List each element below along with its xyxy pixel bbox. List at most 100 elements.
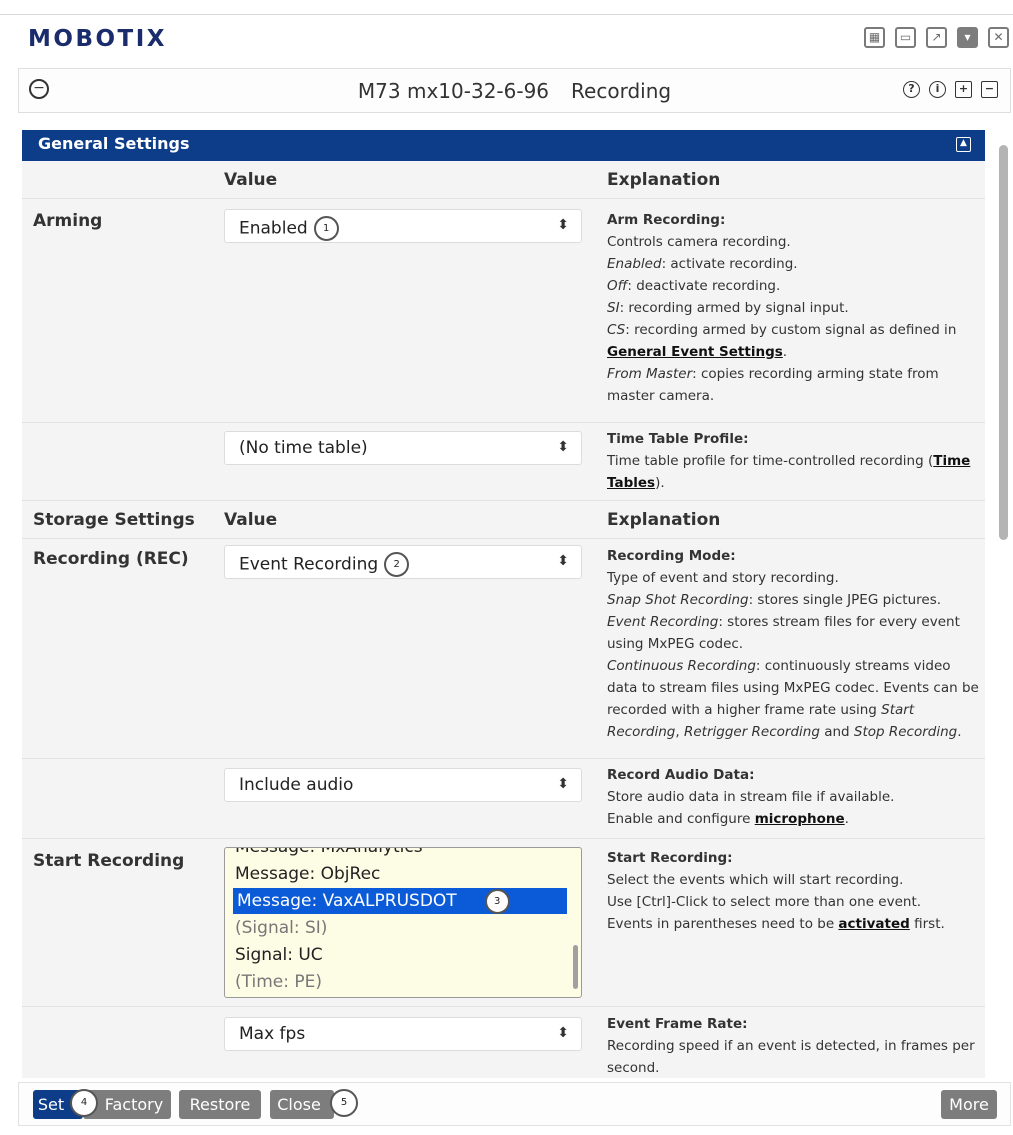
expl-line: Recording speed if an event is detected,…	[607, 1038, 975, 1076]
expl-term: CS	[607, 322, 626, 338]
more-button-label: More	[949, 1095, 989, 1114]
select-arrow-icon: ⬍	[557, 217, 569, 233]
arming-explanation: Arm Recording: Controls camera recording…	[607, 212, 957, 404]
footer-bar: Set Factory 4 Restore Close 5 More	[18, 1082, 1011, 1126]
restore-button-label: Restore	[189, 1095, 251, 1114]
page-name: Recording	[571, 79, 672, 103]
expl-term: Stop Recording	[853, 724, 958, 740]
audio-row: Include audio ⬍ Record Audio Data: Store…	[22, 759, 985, 839]
time-table-select-value: (No time table)	[239, 438, 368, 458]
popout-icon[interactable]: ↗	[926, 27, 947, 48]
recording-select-value: Event Recording	[239, 554, 379, 575]
restore-button[interactable]: Restore	[179, 1090, 261, 1119]
explanation-column-header: Explanation	[607, 510, 721, 530]
expand-all-icon[interactable]: +	[955, 81, 972, 98]
audio-select-value: Include audio	[239, 775, 354, 795]
listbox-option[interactable]: Signal: UC	[235, 942, 323, 968]
expl-title: Record Audio Data	[607, 767, 750, 783]
expl-term: Enabled	[607, 256, 662, 272]
expl-line: .	[957, 724, 962, 740]
grid-icon[interactable]: ▦	[864, 27, 885, 48]
recording-mode-select[interactable]: Event Recording 2 ⬍	[224, 545, 582, 579]
explanation-column-header: Explanation	[607, 170, 721, 190]
minimize-icon[interactable]: ▭	[895, 27, 916, 48]
dropdown-icon[interactable]: ▾	[957, 27, 978, 48]
select-arrow-icon: ⬍	[557, 776, 569, 792]
select-arrow-icon: ⬍	[557, 439, 569, 455]
close-button[interactable]: Close	[270, 1090, 334, 1119]
expl-line: Controls camera recording.	[607, 234, 791, 250]
arming-select[interactable]: Enabled 1 ⬍	[224, 209, 582, 243]
factory-button-label: Factory	[104, 1095, 164, 1114]
collapse-all-icon[interactable]: −	[981, 81, 998, 98]
recording-label: Recording (REC)	[33, 549, 189, 569]
expl-line: Store audio data in stream file if avail…	[607, 789, 895, 805]
expl-term: Off	[607, 278, 628, 294]
frame-rate-explanation: Event Frame Rate: Recording speed if an …	[607, 1016, 975, 1076]
expl-term: Continuous Recording	[607, 658, 756, 674]
info-icon[interactable]: i	[929, 81, 946, 98]
arming-label: Arming	[33, 211, 103, 231]
arming-select-value: Enabled	[239, 218, 308, 239]
expl-line: : deactivate recording.	[627, 278, 781, 294]
page-title: M73 mx10-32-6-96 Recording	[19, 79, 1010, 103]
expl-title: Start Recording	[607, 850, 728, 866]
callout-badge-3: 3	[484, 888, 510, 914]
audio-select[interactable]: Include audio ⬍	[224, 768, 582, 802]
expl-title: Arm Recording	[607, 212, 720, 228]
collapse-icon[interactable]: ▲	[956, 137, 971, 152]
value-column-header: Value	[224, 170, 278, 190]
listbox-option-label: Message: VaxALPRUSDOT	[237, 891, 457, 911]
expl-term: Event Recording	[607, 614, 719, 630]
frame-rate-select[interactable]: Max fps ⬍	[224, 1017, 582, 1051]
frame-rate-select-value: Max fps	[239, 1024, 306, 1044]
set-button-label: Set	[37, 1095, 65, 1114]
expl-line: and	[819, 724, 854, 740]
expl-line: Time table profile for time-controlled r…	[607, 453, 934, 469]
dialog-titlebar: − M73 mx10-32-6-96 Recording ? i + −	[18, 68, 1011, 113]
time-table-row: (No time table) ⬍ Time Table Profile: Ti…	[22, 423, 985, 501]
window-controls: ▦ ▭ ↗ ▾ ✕	[864, 27, 1009, 48]
page-scrollbar[interactable]	[999, 145, 1008, 540]
recording-row: Recording (REC) Event Recording 2 ⬍ Recor…	[22, 539, 985, 759]
arming-row: Arming Enabled 1 ⬍ Arm Recording: Control…	[22, 199, 985, 423]
expl-line: ,	[675, 724, 684, 740]
more-button[interactable]: More	[941, 1090, 997, 1119]
section-header[interactable]: General Settings ▲	[22, 130, 985, 161]
expl-line: ).	[655, 475, 665, 491]
expl-line: Enable and configure	[607, 811, 755, 827]
start-recording-listbox[interactable]: Message: MxAnalytics Message: ObjRec Mes…	[224, 847, 582, 998]
help-icon[interactable]: ?	[903, 81, 920, 98]
expl-title: Event Frame Rate	[607, 1016, 743, 1032]
expl-title: Time Table Profile	[607, 431, 744, 447]
callout-badge-4: 4	[70, 1089, 98, 1117]
listbox-scrollbar[interactable]	[573, 945, 578, 989]
expl-line: : activate recording.	[661, 256, 798, 272]
expl-line: Type of event and story recording.	[607, 570, 839, 586]
callout-badge-2: 2	[384, 552, 410, 577]
microphone-link[interactable]: microphone	[755, 811, 845, 827]
expl-line: first.	[909, 916, 945, 932]
select-arrow-icon: ⬍	[557, 1025, 569, 1041]
expl-term: Snap Shot Recording	[607, 592, 749, 608]
time-table-select[interactable]: (No time table) ⬍	[224, 431, 582, 465]
listbox-option[interactable]: (Time: PE)	[235, 969, 322, 995]
close-icon[interactable]: ✕	[988, 27, 1009, 48]
storage-header-row: Storage Settings Value Explanation	[22, 501, 985, 539]
listbox-option[interactable]: Message: MxAnalytics	[235, 848, 423, 860]
listbox-option[interactable]: (Signal: SI)	[235, 915, 327, 941]
select-arrow-icon: ⬍	[557, 553, 569, 569]
camera-name: M73 mx10-32-6-96	[357, 79, 550, 103]
listbox-option-selected[interactable]: Message: VaxALPRUSDOT 3	[233, 888, 567, 914]
activated-link[interactable]: activated	[838, 916, 909, 932]
time-table-explanation: Time Table Profile: Time table profile f…	[607, 431, 971, 491]
recording-explanation: Recording Mode: Type of event and story …	[607, 548, 979, 740]
expl-line: Select the events which will start recor…	[607, 872, 904, 888]
expl-line: : recording armed by custom signal as de…	[625, 322, 957, 338]
frame-rate-row: Max fps ⬍ Event Frame Rate: Recording sp…	[22, 1007, 985, 1078]
settings-panel: General Settings ▲ Value Explanation Arm…	[22, 130, 985, 1078]
storage-settings-label: Storage Settings	[33, 510, 195, 530]
expl-line: Use [Ctrl]-Click to select more than one…	[607, 894, 922, 910]
general-event-settings-link[interactable]: General Event Settings	[607, 344, 783, 360]
listbox-option[interactable]: Message: ObjRec	[235, 861, 380, 887]
